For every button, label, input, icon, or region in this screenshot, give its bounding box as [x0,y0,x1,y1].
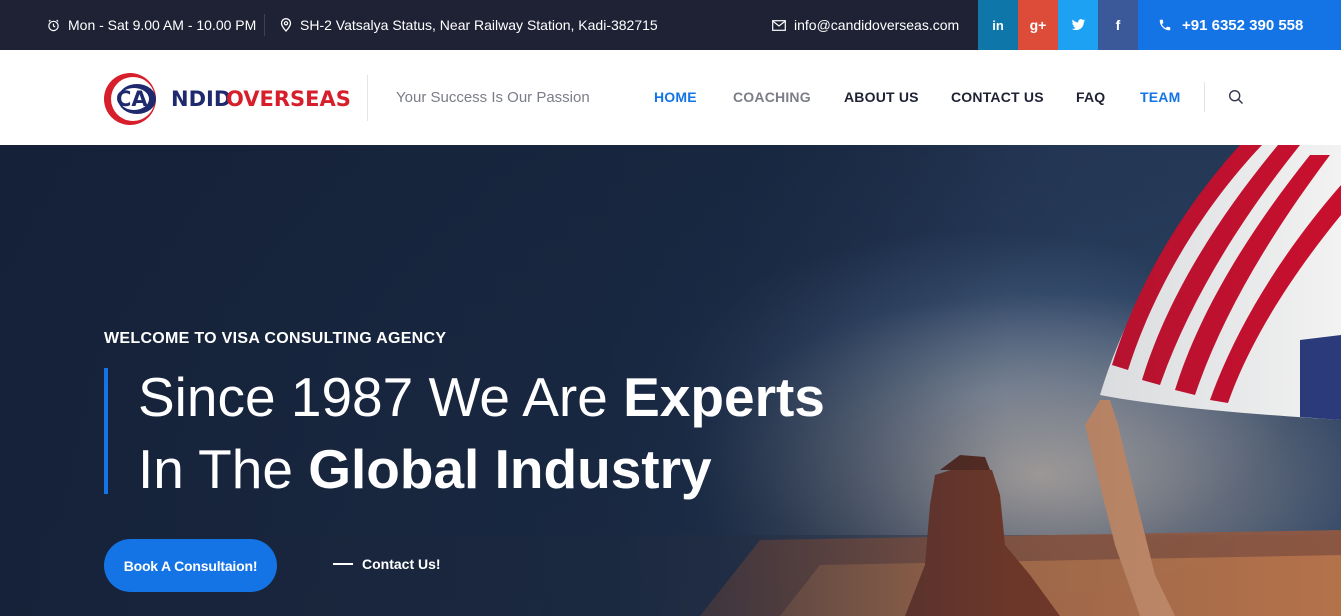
search-button[interactable] [1228,89,1246,107]
main-header: CA NDID OVERSEAS Your Success Is Our Pas… [0,50,1341,145]
nav-about-us[interactable]: ABOUT US [844,89,919,105]
logo[interactable]: CA NDID OVERSEAS [103,69,351,129]
logo-text-ca: CA [116,87,148,111]
tagline: Your Success Is Our Passion [396,89,590,106]
map-pin-icon [280,18,292,32]
hero-banner: WELCOME TO VISA CONSULTING AGENCY Since … [0,145,1341,616]
search-icon [1228,89,1244,105]
hero-line1-bold: Experts [623,366,825,428]
facebook-icon: f [1115,17,1121,33]
hero-line2-regular: In The [138,438,309,500]
address-text: SH-2 Vatsalya Status, Near Railway Stati… [300,17,658,33]
phone-button[interactable]: +91 6352 390 558 [1138,0,1341,50]
hero-headline-line2: In The Global Industry [138,437,712,501]
twitter-button[interactable] [1058,0,1098,50]
hero-headline-line1: Since 1987 We Are Experts [138,365,825,429]
phone-text: +91 6352 390 558 [1182,16,1304,34]
email-link[interactable]: info@candidoverseas.com [772,0,959,50]
email-text: info@candidoverseas.com [794,17,960,33]
linkedin-button[interactable]: in [978,0,1018,50]
mail-icon [772,19,786,31]
clock-icon [48,19,59,31]
hero-line1-regular: Since 1987 We Are [138,366,624,428]
contact-us-label: Contact Us! [362,556,441,572]
contact-us-link[interactable]: Contact Us! [333,556,441,572]
nav-divider [1204,82,1205,112]
book-consultation-button[interactable]: Book A Consultaion! [104,539,277,592]
twitter-icon [1071,19,1085,31]
nav-team[interactable]: TEAM [1140,89,1180,105]
nav-contact-us[interactable]: CONTACT US [951,89,1044,105]
logo-text-ndid: NDID [171,87,232,111]
phone-icon [1159,19,1171,31]
logo-text-overseas: OVERSEAS [226,87,351,111]
business-hours: Mon - Sat 9.00 AM - 10.00 PM [47,0,256,50]
address: SH-2 Vatsalya Status, Near Railway Stati… [280,0,658,50]
nav-coaching[interactable]: COACHING [733,89,811,105]
hero-accent-bar [104,368,108,494]
nav-home[interactable]: HOME [654,89,697,105]
facebook-button[interactable]: f [1098,0,1138,50]
hero-line2-bold: Global Industry [308,438,712,500]
topbar-divider [264,14,265,36]
googleplus-icon: g+ [1029,17,1047,33]
linkedin-icon: in [992,17,1004,33]
top-bar: Mon - Sat 9.00 AM - 10.00 PM SH-2 Vatsal… [0,0,1341,50]
hero-kicker: WELCOME TO VISA CONSULTING AGENCY [104,330,447,347]
hours-text: Mon - Sat 9.00 AM - 10.00 PM [68,17,257,33]
googleplus-button[interactable]: g+ [1018,0,1058,50]
nav-faq[interactable]: FAQ [1076,89,1105,105]
header-divider [367,75,368,121]
dash-icon [333,563,353,565]
